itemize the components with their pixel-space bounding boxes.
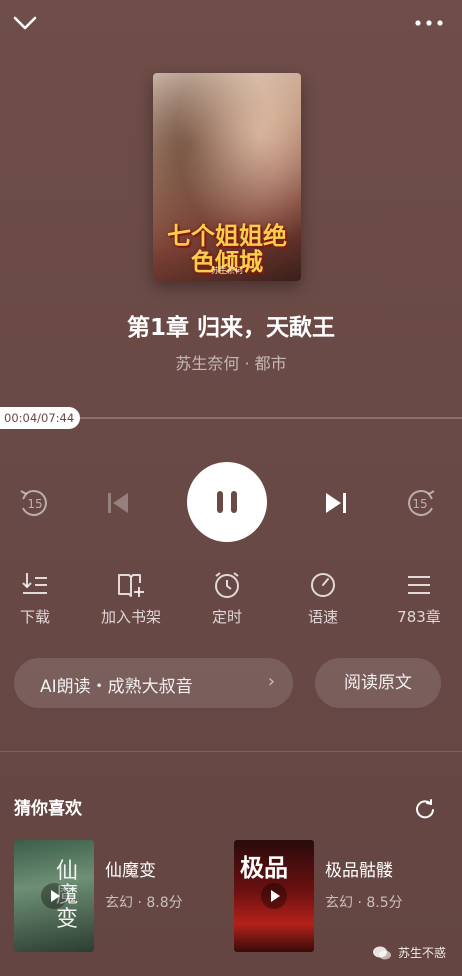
recommend-book-2[interactable]: 极品 极品骷髅 玄幻 · 8.5分 (234, 840, 403, 952)
book-info-2: 玄幻 · 8.5分 (325, 895, 403, 911)
book-cover-2: 极品 (234, 840, 314, 952)
chapter-list-icon (408, 576, 430, 594)
pause-icon-bar (231, 491, 237, 513)
chevron-down-icon[interactable] (10, 8, 40, 38)
bookshelf-add-icon (118, 574, 144, 597)
download-icon (22, 573, 47, 594)
rewind-15-button[interactable]: 15 (17, 486, 51, 520)
ai-voice-selector[interactable]: AI朗读・成熟大叔音 › (14, 658, 293, 708)
play-icon (41, 883, 67, 909)
book-info-1: 玄幻 · 8.8分 (105, 895, 183, 911)
chapter-count-label: 783章 (397, 608, 441, 626)
speed-label: 语速 (307, 608, 338, 626)
book-name-2: 极品骷髅 (325, 861, 393, 881)
play-icon (261, 883, 287, 909)
add-to-shelf-button[interactable]: 加入书架 (85, 570, 177, 627)
speed-icon (311, 573, 335, 597)
forward-seconds: 15 (412, 497, 427, 511)
next-chapter-button[interactable] (322, 489, 350, 517)
timer-label: 定时 (211, 608, 242, 626)
speed-button[interactable]: 语速 (277, 570, 369, 627)
progress-thumb[interactable]: 00:04/07:44 (0, 407, 81, 429)
previous-chapter-button[interactable] (104, 489, 132, 517)
rewind-seconds: 15 (27, 497, 42, 511)
timer-icon (215, 572, 239, 598)
divider (0, 751, 462, 752)
wechat-icon (372, 946, 391, 959)
cover-author: 苏生奈何 (211, 266, 243, 275)
watermark-text: 苏生不惑 (397, 946, 446, 960)
book-name-1: 仙魔变 (105, 861, 156, 881)
watermark: 苏生不惑 (372, 944, 446, 961)
timer-button[interactable]: 定时 (181, 570, 273, 627)
book-cover-1: 仙魔变 (14, 840, 94, 952)
pause-icon (217, 491, 223, 513)
chevron-right-icon: › (267, 671, 275, 692)
recommend-book-1[interactable]: 仙魔变 仙魔变 玄幻 · 8.8分 (14, 840, 183, 952)
more-icon[interactable] (414, 14, 444, 32)
chapter-list-button[interactable]: 783章 (373, 570, 462, 627)
book-meta: 苏生奈何 · 都市 (175, 354, 287, 373)
download-button[interactable]: 下载 (0, 570, 81, 627)
download-label: 下载 (19, 608, 50, 626)
forward-15-button[interactable]: 15 (404, 486, 438, 520)
read-original-button[interactable]: 阅读原文 (315, 658, 441, 708)
add-to-shelf-label: 加入书架 (100, 608, 161, 626)
book-cover-2-text: 极品 (240, 853, 288, 882)
chapter-title: 第1章 归来，天歃王 (126, 315, 335, 341)
pause-button[interactable] (187, 462, 267, 542)
book-cover: 七个姐姐绝色倾城 苏生奈何 (153, 73, 301, 281)
refresh-icon[interactable] (414, 798, 436, 820)
recommend-title: 猜你喜欢 (14, 799, 82, 819)
ai-voice-label: AI朗读・成熟大叔音 (40, 677, 193, 697)
